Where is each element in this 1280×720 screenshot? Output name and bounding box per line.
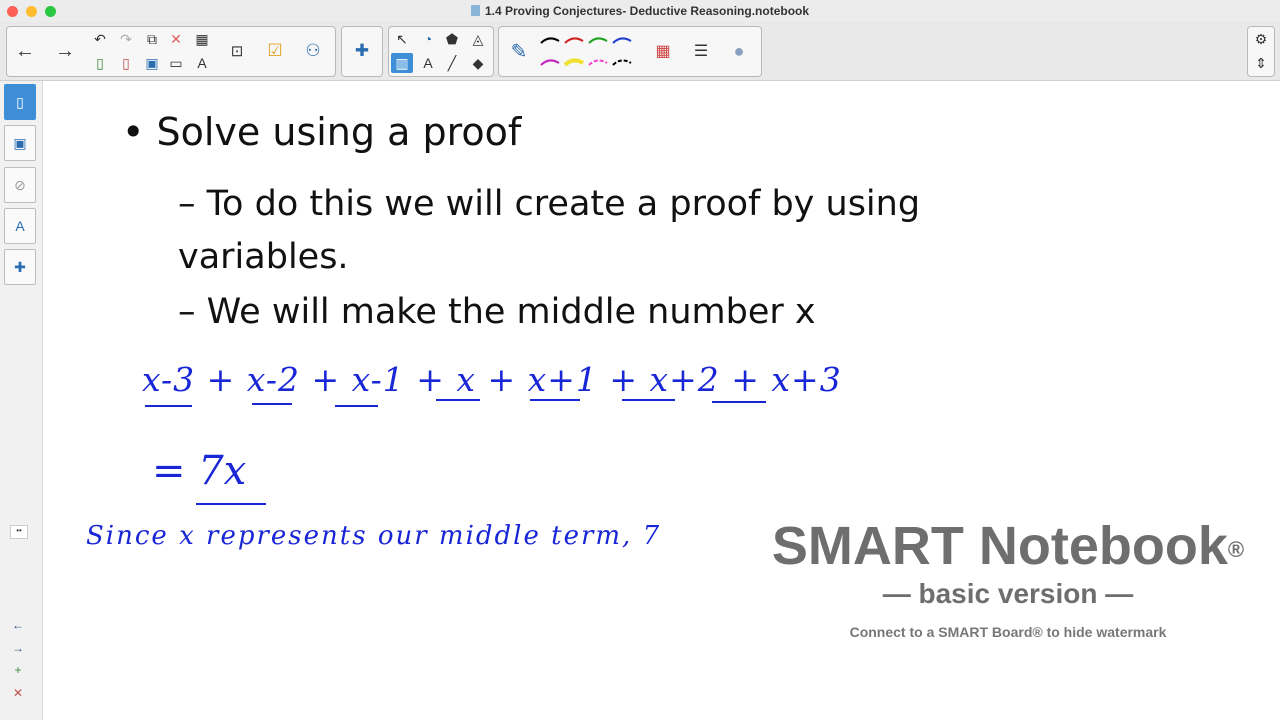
table-button[interactable]: ▦ — [191, 29, 213, 49]
tools-group: ↖ ◔ ⬟ ◬ ▥ A ╱ ◆ — [388, 26, 494, 77]
document-icon — [470, 5, 480, 16]
bullet-create-proof: – To do this we will create a proof by u… — [178, 184, 921, 277]
line-tool-button[interactable]: ╱ — [441, 53, 463, 73]
back-button[interactable]: ← — [9, 29, 41, 73]
save-icon[interactable]: ▣ — [141, 53, 163, 73]
forward-button[interactable]: → — [49, 29, 81, 73]
activity-builder-icon[interactable]: ☑ — [259, 29, 291, 73]
next-page-button[interactable]: → — [10, 640, 26, 656]
previous-page-button[interactable]: ← — [10, 617, 26, 633]
response-icon[interactable]: ⚇ — [297, 29, 329, 73]
color-palette-icon[interactable]: ▦ — [647, 29, 679, 73]
sidebar: ▯ ▣ ⊘ A ✚ •• ← → + ✕ — [0, 81, 43, 720]
handwritten-note[interactable]: Since x represents our middle term, 7 — [86, 521, 661, 551]
result-underline — [196, 503, 266, 505]
paste-icon[interactable]: ⧉ — [141, 29, 163, 49]
expand-toolbar-button[interactable]: ⇕ — [1250, 53, 1272, 73]
text-tool-button[interactable]: A — [417, 53, 439, 73]
delete-page-icon[interactable]: ▯ — [115, 53, 137, 73]
properties-tab[interactable]: A — [4, 208, 36, 244]
puzzle-icon[interactable]: ✚ — [346, 29, 378, 73]
pen-properties-group: ✎ ▦ ☰ ● — [498, 26, 762, 77]
bullet-middle-number: – We will make the middle number x — [178, 292, 816, 332]
handwritten-equation[interactable]: x-3 + x-2 + x-1 + x + x+1 + x+2 + x+3 — [142, 360, 842, 399]
shapes-tool-icon[interactable]: ◔ — [417, 29, 439, 49]
watermark-subtitle: — basic version — — [882, 578, 1134, 609]
bullet-solve-using-proof: • Solve using a proof — [122, 110, 522, 154]
new-page-icon[interactable]: ▯ — [89, 53, 111, 73]
addons-group: ✚ — [341, 26, 383, 77]
window-titlebar: 1.4 Proving Conjectures- Deductive Reaso… — [0, 0, 1280, 22]
add-page-button[interactable]: + — [10, 662, 26, 678]
line-style-icon[interactable]: ☰ — [685, 29, 717, 73]
eraser-button[interactable]: ◆ — [467, 53, 489, 73]
pen-button[interactable]: ✎ — [503, 29, 535, 73]
fill-tool-icon[interactable]: ⬟ — [441, 29, 463, 49]
paint-bucket-icon[interactable]: ◬ — [467, 29, 489, 49]
addons-tab[interactable]: ✚ — [4, 249, 36, 285]
pen-color-swatches[interactable] — [539, 31, 639, 73]
redo-button[interactable]: ↷ — [115, 29, 137, 49]
registered-mark: ® — [1227, 537, 1245, 562]
document-camera-icon[interactable]: ⊡ — [221, 29, 253, 73]
fill-effects-icon[interactable]: ● — [723, 29, 755, 73]
main-toolbar: ← → ↶ ↷ ⧉ ✕ ▦ ▯ ▯ ▣ ▭ A ⊡ ☑ ⚇ ✚ ↖ ◔ ⬟ ◬ … — [0, 22, 1280, 81]
collapse-sidebar-button[interactable]: •• — [10, 525, 28, 539]
navigation-group: ← → ↶ ↷ ⧉ ✕ ▦ ▯ ▯ ▣ ▭ A ⊡ ☑ ⚇ — [6, 26, 336, 77]
watermark: SMART Notebook® — basic version — Connec… — [748, 516, 1268, 640]
watermark-title: SMART Notebook® — [771, 516, 1245, 576]
screen-shade-icon[interactable]: ▭ — [165, 53, 187, 73]
gallery-tab[interactable]: ▣ — [4, 125, 36, 161]
watermark-note: Connect to a SMART Board® to hide waterm… — [849, 624, 1167, 640]
delete-page-button[interactable]: ✕ — [10, 685, 26, 701]
delete-button[interactable]: ✕ — [165, 29, 187, 49]
window-title: 1.4 Proving Conjectures- Deductive Reaso… — [0, 4, 1280, 18]
page-sorter-tab[interactable]: ▯ — [4, 84, 36, 120]
undo-button[interactable]: ↶ — [89, 29, 111, 49]
settings-group: ⚙ ⇕ — [1247, 26, 1275, 77]
table-tool-icon[interactable]: ▥ — [391, 53, 413, 73]
attachments-tab[interactable]: ⊘ — [4, 167, 36, 203]
select-tool-button[interactable]: ↖ — [391, 29, 413, 49]
settings-button[interactable]: ⚙ — [1250, 29, 1272, 49]
equation-underlines — [145, 399, 766, 407]
handwritten-result[interactable]: = 7x — [152, 448, 246, 494]
text-format-icon[interactable]: A — [191, 53, 213, 73]
